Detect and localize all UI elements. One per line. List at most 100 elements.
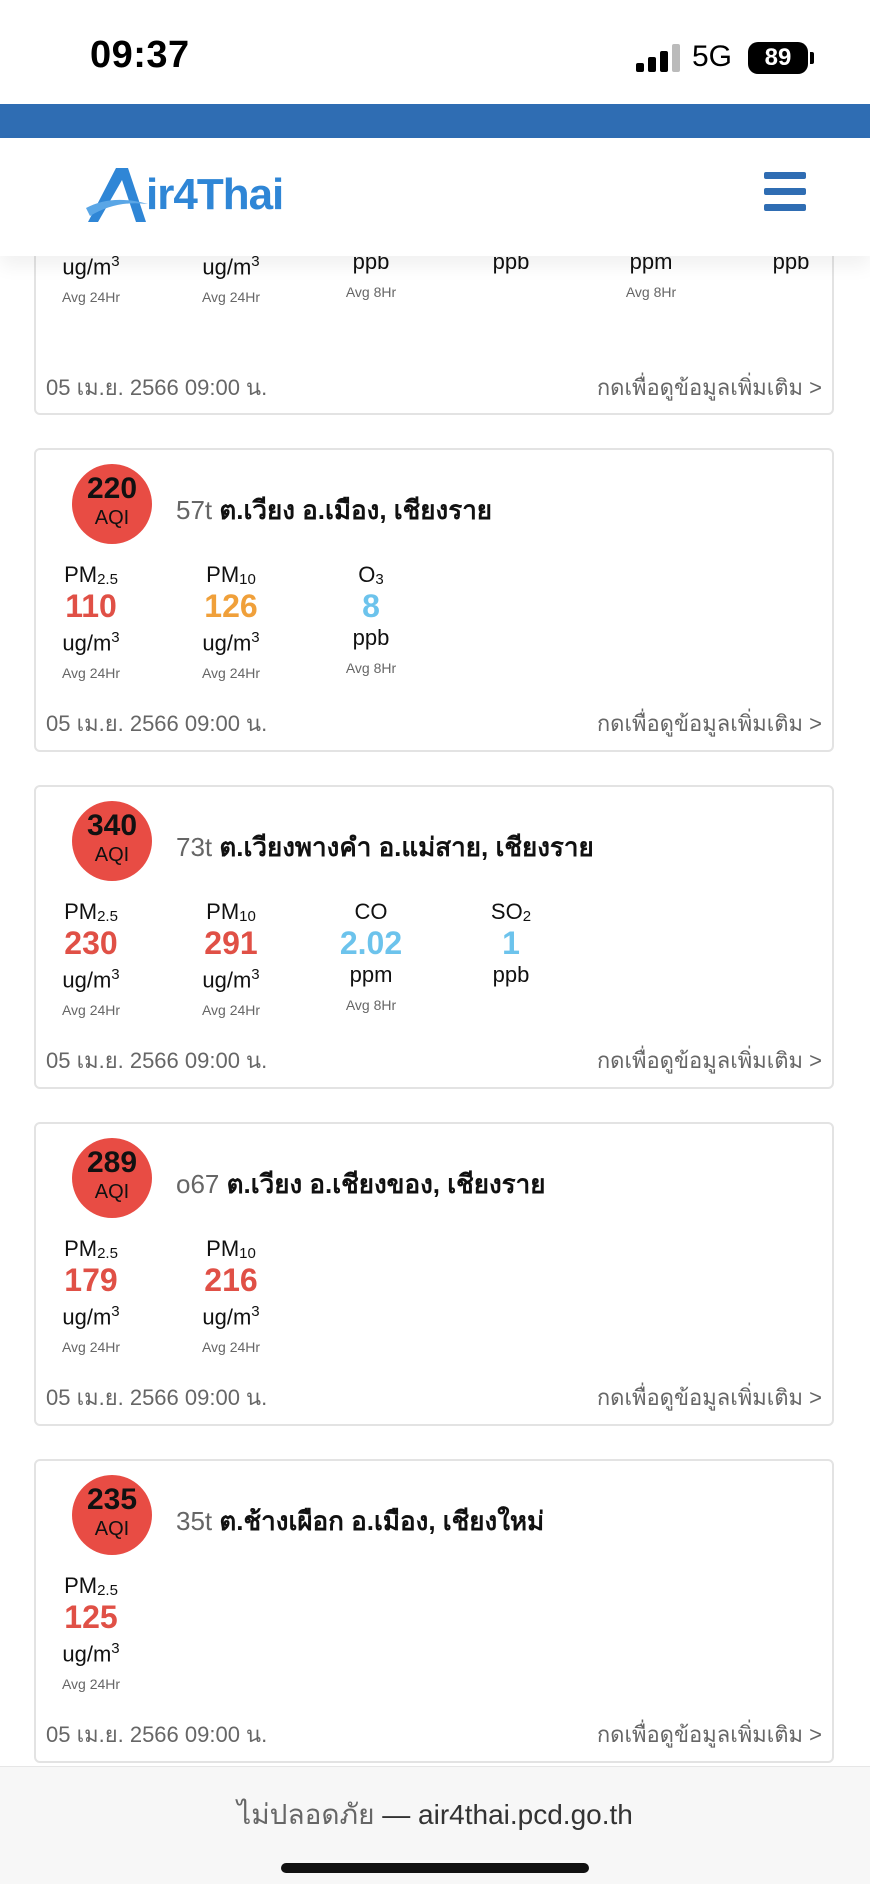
more-info-link[interactable]: กดเพื่อดูข้อมูลเพิ่มเติม >: [597, 1380, 822, 1415]
pollutant-unit: ug/m3: [62, 1303, 120, 1330]
station-title: o67 ต.เวียง อ.เชียงของ, เชียงราย: [176, 1164, 545, 1205]
station-name: ต.เวียงพางคำ อ.แม่สาย, เชียงราย: [219, 832, 594, 862]
pollutant-metric: SO2 1 ppb: [451, 899, 571, 997]
home-indicator[interactable]: [281, 1863, 589, 1873]
url-separator: —: [382, 1799, 411, 1830]
hamburger-menu-icon[interactable]: [764, 172, 806, 212]
pollutant-metric: PM2.5 110 ug/m3 Avg 24Hr: [31, 562, 151, 681]
averaging-period: Avg 24Hr: [61, 1676, 121, 1693]
averaging-period: Avg 24Hr: [201, 665, 261, 682]
network-type: 5G: [692, 40, 733, 73]
aqi-badge: 289 AQI: [72, 1138, 152, 1218]
updated-time: 05 เม.ย. 2566 09:00 น.: [46, 711, 268, 736]
station-card[interactable]: 220 AQI 57t ต.เวียง อ.เมือง, เชียงราย 05 เม…: [34, 448, 834, 752]
updated-time: 05 เม.ย. 2566 09:00 น.: [46, 1385, 268, 1410]
aqi-value: 220: [86, 472, 138, 505]
url-domain: air4thai.pcd.go.th: [418, 1799, 633, 1830]
more-info-link[interactable]: กดเพื่อดูข้อมูลเพิ่มเติม >: [597, 706, 822, 741]
browser-url-bar[interactable]: ไม่ปลอดภัย — air4thai.pcd.go.th: [0, 1766, 870, 1884]
pollutant-name: PM2.5: [64, 899, 118, 925]
pollutant-unit: ug/m3: [202, 966, 260, 993]
averaging-period: Avg 24Hr: [201, 289, 261, 306]
station-id: 73t: [176, 832, 213, 862]
station-name: ต.เวียง อ.เมือง, เชียงราย: [219, 495, 493, 525]
aqi-label: AQI: [94, 507, 130, 529]
pollutant-name: CO: [354, 899, 388, 924]
station-card[interactable]: 235 AQI 35t ต.ช้างเผือก อ.เมือง, เชียงใหม่…: [34, 1459, 834, 1763]
pollutant-metric: PM10 126 ug/m3 Avg 24Hr: [171, 562, 291, 681]
averaging-period: Avg 24Hr: [61, 1339, 121, 1356]
averaging-period: Avg 24Hr: [61, 665, 121, 682]
pollutant-metric: PM2.5 179 ug/m3 Avg 24Hr: [31, 1236, 151, 1355]
pollutant-unit: ug/m3: [202, 629, 260, 656]
pollutant-value: 230: [64, 925, 118, 961]
pollutant-value: 291: [204, 925, 258, 961]
station-title: 35t ต.ช้างเผือก อ.เมือง, เชียงใหม่: [176, 1501, 544, 1542]
station-card[interactable]: 289 AQI o67 ต.เวียง อ.เชียงของ, เชียงราย 05…: [34, 1122, 834, 1426]
more-info-link[interactable]: กดเพื่อดูข้อมูลเพิ่มเติม >: [597, 370, 822, 405]
pollutant-unit: ug/m3: [202, 1303, 260, 1330]
station-id: 57t: [176, 495, 213, 525]
pollutant-name: PM2.5: [64, 1236, 118, 1262]
pollutant-name: PM10: [206, 562, 256, 588]
averaging-period: Avg 8Hr: [345, 284, 397, 300]
averaging-period: Avg 24Hr: [201, 1002, 261, 1019]
averaging-period: Avg 8Hr: [345, 997, 397, 1013]
aqi-label: AQI: [94, 1181, 130, 1203]
more-info-link[interactable]: กดเพื่อดูข้อมูลเพิ่มเติม >: [597, 1043, 822, 1078]
aqi-label: AQI: [94, 844, 130, 866]
station-card[interactable]: 340 AQI 73t ต.เวียงพางคำ อ.แม่สาย, เชียงรา…: [34, 785, 834, 1089]
more-info-link[interactable]: กดเพื่อดูข้อมูลเพิ่มเติม >: [597, 1717, 822, 1752]
logo-a-icon: [86, 168, 148, 222]
pollutant-metric: CO 2.02 ppm Avg 8Hr: [311, 899, 431, 1013]
averaging-period: Avg 8Hr: [625, 284, 677, 300]
station-id: 35t: [176, 1506, 213, 1536]
aqi-value: 289: [86, 1146, 138, 1179]
pollutant-value: 110: [65, 588, 117, 624]
pollutant-unit: ppb: [352, 625, 390, 650]
pollutant-name: PM10: [206, 1236, 256, 1262]
clock: 09:37: [90, 34, 190, 76]
logo-text: ir4Thai: [146, 170, 284, 219]
updated-time: 05 เม.ย. 2566 09:00 น.: [46, 1722, 268, 1747]
station-title: 73t ต.เวียงพางคำ อ.แม่สาย, เชียงราย: [176, 827, 594, 868]
cellular-signal-icon: [636, 44, 680, 72]
pollutant-name: PM10: [206, 899, 256, 925]
url-display[interactable]: ไม่ปลอดภัย — air4thai.pcd.go.th: [0, 1793, 870, 1837]
averaging-period: Avg 24Hr: [61, 289, 121, 306]
pollutant-metric: O3 8 ppb Avg 8Hr: [311, 562, 431, 676]
pollutant-unit: ppm: [349, 962, 393, 987]
pollutant-unit: ug/m3: [62, 629, 120, 656]
pollutant-value: 125: [64, 1599, 118, 1635]
pollutant-unit: ug/m3: [62, 966, 120, 993]
updated-time: 05 เม.ย. 2566 09:00 น.: [46, 375, 268, 400]
pollutant-name: PM2.5: [64, 562, 118, 588]
station-title: 57t ต.เวียง อ.เมือง, เชียงราย: [176, 490, 492, 531]
battery-tip: [810, 52, 814, 64]
pollutant-value: 179: [64, 1262, 118, 1298]
averaging-period: Avg 24Hr: [201, 1339, 261, 1356]
pollutant-value: 2.02: [339, 925, 403, 961]
aqi-label: AQI: [94, 1518, 130, 1540]
not-secure-label: ไม่ปลอดภัย: [237, 1799, 375, 1830]
pollutant-name: O3: [358, 562, 384, 588]
pollutant-unit: ug/m3: [62, 1640, 120, 1667]
aqi-badge: 235 AQI: [72, 1475, 152, 1555]
pollutant-value: 126: [204, 588, 258, 624]
battery-icon: 89: [748, 42, 808, 74]
station-id: o67: [176, 1169, 220, 1199]
pollutant-value: 1: [502, 925, 520, 961]
aqi-badge: 220 AQI: [72, 464, 152, 544]
averaging-period: Avg 24Hr: [61, 1002, 121, 1019]
station-name: ต.เวียง อ.เชียงของ, เชียงราย: [226, 1169, 546, 1199]
pollutant-name: PM2.5: [64, 1573, 118, 1599]
pollutant-metric: PM2.5 125 ug/m3 Avg 24Hr: [31, 1573, 151, 1692]
pollutant-name: SO2: [490, 899, 532, 925]
site-header: ir4Thai: [0, 138, 870, 256]
air4thai-logo[interactable]: ir4Thai: [82, 160, 284, 230]
pollutant-value: 216: [204, 1262, 258, 1298]
top-accent-bar: [0, 104, 870, 138]
aqi-badge: 340 AQI: [72, 801, 152, 881]
aqi-value: 340: [86, 809, 138, 842]
pollutant-unit: ppb: [492, 962, 530, 987]
